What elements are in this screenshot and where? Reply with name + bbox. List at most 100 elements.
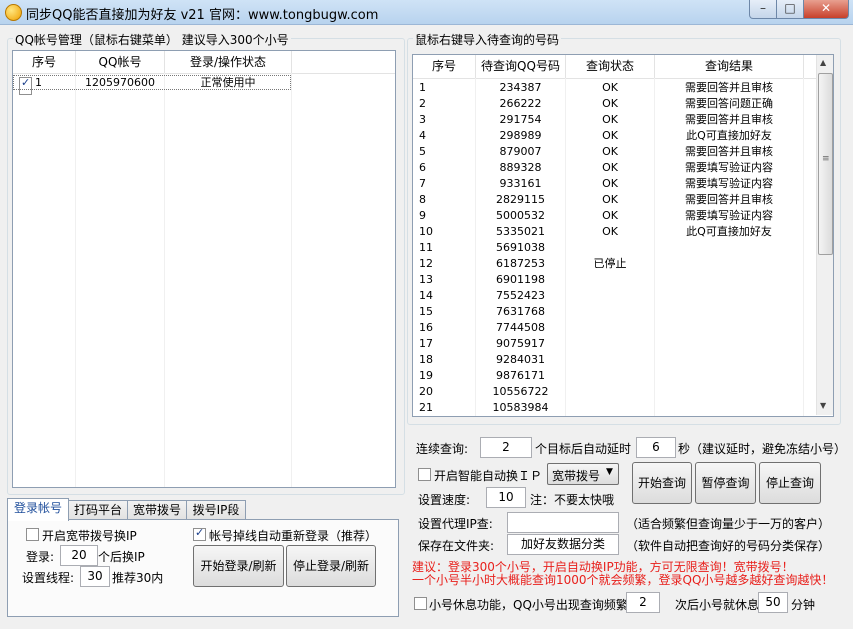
table-row[interactable]: 12 6187253 已停止 <box>413 256 803 272</box>
start-query-button[interactable]: 开始查询 <box>632 462 692 504</box>
row-result: 需要回答问题正确 <box>685 97 773 110</box>
row-no: 9 <box>419 209 426 222</box>
stop-login-button[interactable]: 停止登录/刷新 <box>286 545 376 587</box>
title-bar[interactable]: 同步QQ能否直接加为好友 v21 官网：www.tongbugw.com – □… <box>0 0 853 25</box>
row-qq: 234387 <box>499 81 542 94</box>
table-row[interactable]: 20 10556722 <box>413 384 803 400</box>
table-row[interactable]: 13 6901198 <box>413 272 803 288</box>
row-qq: 2829115 <box>496 193 545 206</box>
row-result <box>655 400 803 416</box>
table-row[interactable]: 10 5335021 OK 此Q可直接加好友 <box>413 224 803 240</box>
row-qq: 7631768 <box>496 305 545 318</box>
table-row[interactable]: 4 298989 OK 此Q可直接加好友 <box>413 128 803 144</box>
row-no: 12 <box>419 257 433 270</box>
delay-input[interactable]: 6 <box>636 437 676 458</box>
proxy-input[interactable] <box>507 512 619 533</box>
row-state <box>566 288 654 304</box>
table-row[interactable]: 9 5000532 OK 需要填写验证内容 <box>413 208 803 224</box>
minimize-button[interactable]: – <box>749 0 777 19</box>
scroll-up-icon[interactable]: ▲ <box>820 58 826 67</box>
scroll-down-icon[interactable]: ▼ <box>820 401 826 410</box>
proxy-label: 设置代理IP查: <box>418 517 493 531</box>
advice-line-2: 一个小号半小时大概能查询1000个就会频繁，登录QQ小号越多越好查询越快！ <box>412 573 834 587</box>
row-state <box>566 368 654 384</box>
table-row[interactable]: 6 889328 OK 需要填写验证内容 <box>413 160 803 176</box>
pause-query-button[interactable]: 暂停查询 <box>695 462 756 504</box>
chevron-down-icon: ▼ <box>606 467 613 477</box>
query-group-title: 鼠标右键导入待查询的号码 <box>413 31 562 48</box>
row-no: 13 <box>419 273 433 286</box>
delay-suffix: 秒（建议延时，避免冻结小号） <box>678 442 847 456</box>
tab-login[interactable]: 登录帐号 <box>7 498 69 521</box>
row-state: OK <box>602 177 618 190</box>
row-no: 11 <box>419 241 433 254</box>
row-qq: 266222 <box>499 97 542 110</box>
relogin-checkbox[interactable] <box>193 526 206 541</box>
app-icon <box>5 4 22 21</box>
column-header-result[interactable]: 查询结果 <box>655 55 804 78</box>
row-state: OK <box>602 209 618 222</box>
close-button[interactable]: ✕ <box>803 0 849 19</box>
table-row[interactable]: 7 933161 OK 需要填写验证内容 <box>413 176 803 192</box>
stop-query-button[interactable]: 停止查询 <box>759 462 821 504</box>
broadband-checkbox[interactable] <box>26 528 39 541</box>
table-row[interactable]: 18 9284031 <box>413 352 803 368</box>
table-row[interactable]: 5 879007 OK 需要回答并且审核 <box>413 144 803 160</box>
row-result: 需要填写验证内容 <box>685 209 773 222</box>
scroll-thumb[interactable]: ≡ <box>818 73 833 255</box>
row-qq: 889328 <box>499 161 542 174</box>
column-header-qq[interactable]: 待查询QQ号码 <box>476 55 566 78</box>
table-row[interactable]: 1 234387 OK 需要回答并且审核 <box>413 80 803 96</box>
start-login-button[interactable]: 开始登录/刷新 <box>193 545 284 587</box>
row-state: 已停止 <box>593 257 627 270</box>
row-result <box>655 256 803 272</box>
table-row[interactable]: 19 9876171 <box>413 368 803 384</box>
table-row[interactable]: 8 2829115 OK 需要回答并且审核 <box>413 192 803 208</box>
table-row[interactable]: 11 5691038 <box>413 240 803 256</box>
continuous-input[interactable]: 2 <box>480 437 532 458</box>
rest-checkbox[interactable] <box>414 597 427 610</box>
dial-select[interactable]: 宽带拨号 ▼ <box>547 463 619 485</box>
row-qq: 6187253 <box>496 257 545 270</box>
tab-broadband[interactable]: 宽带拨号 <box>127 500 187 521</box>
account-list[interactable]: 序号 QQ帐号 登录/操作状态 1 1205970600 正常使用中 <box>12 50 396 488</box>
row-state: OK <box>602 193 618 206</box>
table-row[interactable]: 16 7744508 <box>413 320 803 336</box>
tab-ip-range[interactable]: 拨号IP段 <box>186 500 246 521</box>
row-no: 8 <box>419 193 426 206</box>
smart-ip-checkbox[interactable] <box>418 468 431 481</box>
query-list[interactable]: 序号 待查询QQ号码 查询状态 查询结果 1 234387 OK 需要回答并且审核 2 2… <box>412 54 834 417</box>
login-count-input[interactable]: 20 <box>60 545 98 566</box>
row-state <box>566 352 654 368</box>
vertical-scrollbar[interactable]: ▲ ≡ ▼ <box>816 55 833 415</box>
row-qq: 933161 <box>499 177 542 190</box>
table-row[interactable]: 1 1205970600 正常使用中 <box>13 75 395 95</box>
column-header-qq[interactable]: QQ帐号 <box>76 51 165 73</box>
rest-count-input[interactable]: 2 <box>626 592 660 613</box>
tab-captcha[interactable]: 打码平台 <box>68 500 128 521</box>
save-folder-input[interactable]: 加好友数据分类 <box>507 534 619 555</box>
row-no: 18 <box>419 353 433 366</box>
row-no: 21 <box>419 401 433 414</box>
column-header-no[interactable]: 序号 <box>13 51 76 73</box>
row-result: 需要回答并且审核 <box>685 145 773 158</box>
column-header-no[interactable]: 序号 <box>413 55 476 78</box>
row-result: 需要填写验证内容 <box>685 177 773 190</box>
rest-minutes-input[interactable]: 50 <box>758 592 788 613</box>
row-no: 4 <box>419 129 426 142</box>
row-state: OK <box>602 161 618 174</box>
speed-input[interactable]: 10 <box>486 487 526 508</box>
row-qq: 298989 <box>499 129 542 142</box>
threads-input[interactable]: 30 <box>80 566 110 587</box>
table-row[interactable]: 17 9075917 <box>413 336 803 352</box>
row-no: 17 <box>419 337 433 350</box>
maximize-button[interactable]: □ <box>776 0 804 19</box>
table-row[interactable]: 14 7552423 <box>413 288 803 304</box>
table-row[interactable]: 15 7631768 <box>413 304 803 320</box>
row-qq: 5335021 <box>496 225 545 238</box>
table-row[interactable]: 21 10583984 <box>413 400 803 416</box>
table-row[interactable]: 2 266222 OK 需要回答问题正确 <box>413 96 803 112</box>
column-header-state[interactable]: 查询状态 <box>566 55 655 78</box>
column-header-status[interactable]: 登录/操作状态 <box>165 51 292 73</box>
table-row[interactable]: 3 291754 OK 需要回答并且审核 <box>413 112 803 128</box>
